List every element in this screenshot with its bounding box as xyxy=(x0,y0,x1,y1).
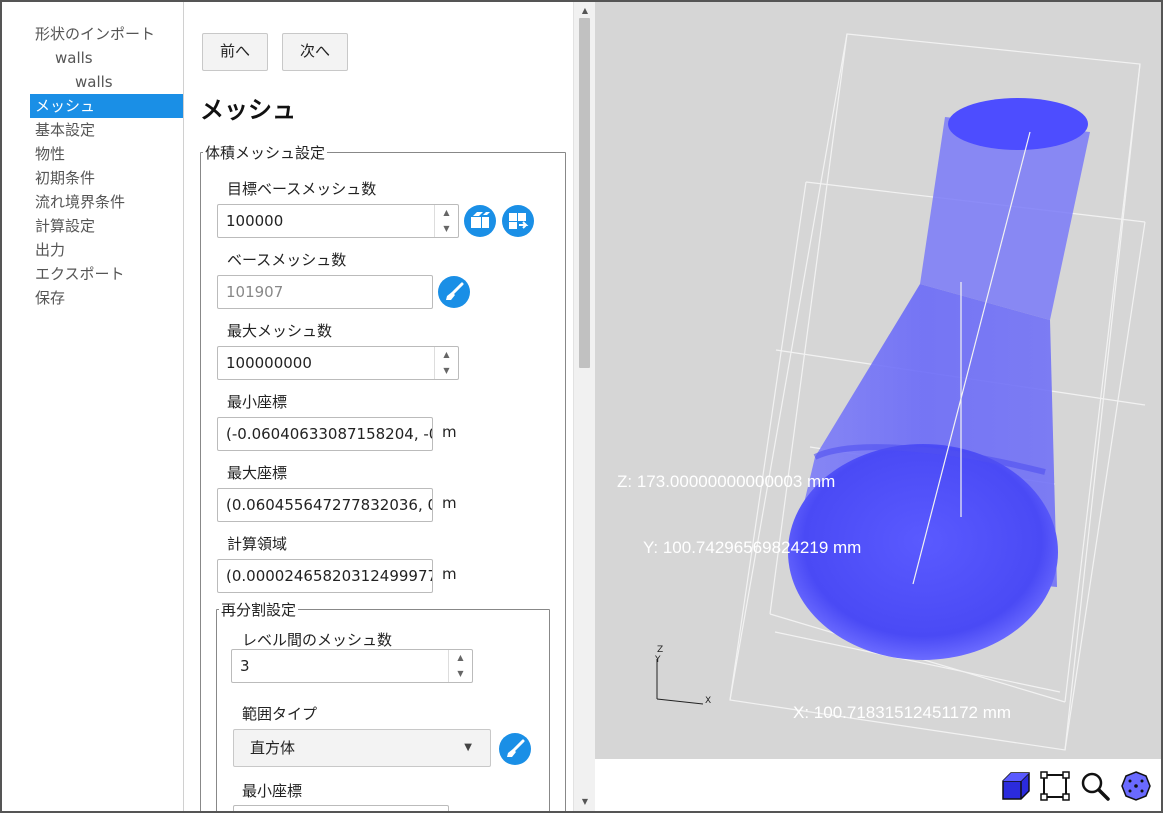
y-dimension-label: Y: 100.74296569824219 mm xyxy=(643,538,862,557)
sidebar-item-output[interactable]: 出力 xyxy=(30,238,183,262)
max-coord-label: 最大座標 xyxy=(227,464,288,482)
sidebar-nav: 形状のインポート walls walls メッシュ 基本設定 物性 初期条件 流… xyxy=(2,2,184,811)
fit-frame-icon[interactable] xyxy=(1038,769,1072,803)
max-mesh-input[interactable]: 100000000 ▲ ▼ xyxy=(217,346,459,380)
mesh-cube-icon xyxy=(471,212,490,228)
scrollbar-thumb[interactable] xyxy=(579,18,590,368)
next-button[interactable]: 次へ xyxy=(282,33,348,71)
scroll-down-icon[interactable]: ▼ xyxy=(574,795,596,809)
x-dimension-label: X: 100.71831512451172 mm xyxy=(793,703,1012,722)
mesh-between-levels-value: 3 xyxy=(240,657,250,675)
min-coord-unit: m xyxy=(442,423,457,441)
brush-icon xyxy=(446,282,464,300)
chevron-down-icon: ▼ xyxy=(464,742,472,753)
spin-up-icon[interactable]: ▲ xyxy=(435,205,458,221)
sidebar-item-mesh[interactable]: メッシュ xyxy=(30,94,183,118)
spin-down-icon[interactable]: ▼ xyxy=(449,666,472,682)
prev-button[interactable]: 前へ xyxy=(202,33,268,71)
refinement-legend: 再分割設定 xyxy=(221,601,297,619)
sidebar-item-properties[interactable]: 物性 xyxy=(30,142,183,166)
settings-panel: 前へ 次へ メッシュ 体積メッシュ設定 目標ベースメッシュ数 100000 ▲ ▼… xyxy=(185,2,573,811)
model-canvas[interactable] xyxy=(595,2,1161,759)
max-mesh-value: 100000000 xyxy=(226,354,312,372)
sidebar-item-shape-import[interactable]: 形状のインポート xyxy=(30,22,183,46)
mesh-between-levels-input[interactable]: 3 ▲ ▼ xyxy=(231,649,473,683)
sidebar-item-save[interactable]: 保存 xyxy=(30,286,183,310)
range-type-clear-button[interactable] xyxy=(499,733,531,765)
target-base-mesh-stepper[interactable]: ▲ ▼ xyxy=(434,205,458,237)
range-type-value: 直方体 xyxy=(250,739,296,757)
mesh-count-export-button[interactable] xyxy=(502,205,534,237)
flask-model xyxy=(788,98,1090,660)
spin-up-icon[interactable]: ▲ xyxy=(449,650,472,666)
zoom-icon[interactable] xyxy=(1078,769,1112,803)
calc-domain-unit: m xyxy=(442,565,457,583)
range-type-select[interactable]: 直方体 ▼ xyxy=(233,729,491,767)
mesh-between-levels-label: レベル間のメッシュ数 xyxy=(242,631,393,649)
max-coord-unit: m xyxy=(442,494,457,512)
target-base-mesh-input[interactable]: 100000 ▲ ▼ xyxy=(217,204,459,238)
spin-down-icon[interactable]: ▼ xyxy=(435,363,458,379)
scroll-up-icon[interactable]: ▲ xyxy=(574,4,596,18)
sidebar-item-walls[interactable]: walls xyxy=(30,46,183,70)
z-dimension-label: Z: 173.00000000000003 mm xyxy=(617,472,836,491)
axis-x-label: X xyxy=(705,696,712,706)
sidebar-item-basic-settings[interactable]: 基本設定 xyxy=(30,118,183,142)
3d-viewer[interactable]: Z: 173.00000000000003 mm Y: 100.74296569… xyxy=(595,2,1161,759)
axis-z-label: Z xyxy=(657,645,664,655)
sidebar-item-calc-settings[interactable]: 計算設定 xyxy=(30,214,183,238)
mesh-count-apply-button[interactable] xyxy=(464,205,496,237)
mesh-export-icon xyxy=(509,213,529,229)
app-window: 形状のインポート walls walls メッシュ 基本設定 物性 初期条件 流… xyxy=(2,2,1161,811)
base-mesh-label: ベースメッシュ数 xyxy=(227,251,347,269)
base-mesh-input[interactable]: 101907 xyxy=(217,275,433,309)
target-base-mesh-value: 100000 xyxy=(226,212,284,230)
sidebar-item-flow-boundary[interactable]: 流れ境界条件 xyxy=(30,190,183,214)
mesh-between-levels-stepper[interactable]: ▲ ▼ xyxy=(448,650,472,682)
calc-domain-input[interactable]: (0.00002465820312499977 xyxy=(217,559,433,593)
volume-mesh-legend: 体積メッシュ設定 xyxy=(205,144,326,162)
panel-scrollbar[interactable]: ▲ ▼ xyxy=(573,2,595,811)
refinement-min-coord-input[interactable] xyxy=(233,805,449,811)
cube-view-icon[interactable] xyxy=(999,769,1033,803)
page-title: メッシュ xyxy=(200,96,296,124)
axis-y-label: Y xyxy=(655,655,661,665)
brush-icon xyxy=(507,739,525,757)
min-coord-label: 最小座標 xyxy=(227,393,288,411)
calc-domain-label: 計算領域 xyxy=(227,535,288,553)
spin-up-icon[interactable]: ▲ xyxy=(435,347,458,363)
range-type-label: 範囲タイプ xyxy=(242,705,318,723)
max-coord-input[interactable]: (0.060455647277832036, 0. xyxy=(217,488,433,522)
viewer-toolbar xyxy=(595,759,1161,811)
base-mesh-clear-button[interactable] xyxy=(438,276,470,308)
sidebar-item-export[interactable]: エクスポート xyxy=(30,262,183,286)
spin-down-icon[interactable]: ▼ xyxy=(435,221,458,237)
min-coord-input[interactable]: (-0.06040633087158204, -0. xyxy=(217,417,433,451)
rotate-sphere-icon[interactable] xyxy=(1119,769,1153,803)
sidebar-item-initial-conditions[interactable]: 初期条件 xyxy=(30,166,183,190)
sidebar-item-walls-child[interactable]: walls xyxy=(30,70,183,94)
max-mesh-label: 最大メッシュ数 xyxy=(227,322,333,340)
refinement-min-coord-label: 最小座標 xyxy=(242,782,303,800)
max-mesh-stepper[interactable]: ▲ ▼ xyxy=(434,347,458,379)
target-base-mesh-label: 目標ベースメッシュ数 xyxy=(227,180,377,198)
axis-triad xyxy=(656,659,704,705)
